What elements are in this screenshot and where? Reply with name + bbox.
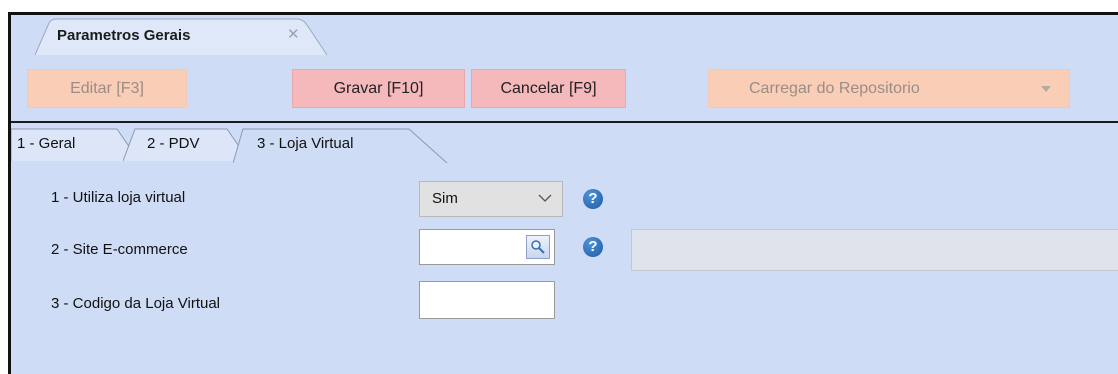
gravar-button[interactable]: Gravar [F10] bbox=[292, 69, 465, 108]
help-icon[interactable]: ? bbox=[583, 237, 603, 257]
site-ecommerce-description-field bbox=[631, 229, 1118, 271]
site-ecommerce-input[interactable] bbox=[419, 229, 555, 265]
lookup-search-glyph bbox=[531, 240, 545, 254]
site-ecommerce-label: 2 - Site E-commerce bbox=[51, 241, 188, 258]
window-tab-parametros-gerais[interactable]: Parametros Gerais ✕ bbox=[35, 17, 328, 56]
tab-pdv[interactable]: 2 - PDV bbox=[122, 127, 251, 162]
carregar-button-label: Carregar do Repositorio bbox=[749, 79, 920, 97]
editar-button[interactable]: Editar [F3] bbox=[27, 69, 187, 108]
utiliza-loja-virtual-select[interactable]: Sim bbox=[419, 181, 563, 217]
window-tab-title: Parametros Gerais bbox=[57, 27, 191, 44]
dropdown-arrow-icon[interactable] bbox=[1041, 86, 1051, 92]
tab-loja-virtual[interactable]: 3 - Loja Virtual bbox=[232, 127, 453, 164]
cancelar-button-label: Cancelar [F9] bbox=[500, 79, 597, 97]
utiliza-loja-virtual-value: Sim bbox=[432, 190, 458, 207]
parametros-window: Parametros Gerais ✕ Editar [F3] Gravar [… bbox=[8, 12, 1118, 374]
help-icon[interactable]: ? bbox=[583, 189, 603, 209]
codigo-loja-virtual-label: 3 - Codigo da Loja Virtual bbox=[51, 295, 220, 312]
toolbar-divider bbox=[11, 121, 1118, 123]
tab-pdv-label: 2 - PDV bbox=[147, 135, 200, 152]
tab-loja-virtual-label: 3 - Loja Virtual bbox=[257, 135, 354, 152]
chevron-down-icon bbox=[538, 194, 552, 202]
utiliza-loja-virtual-label: 1 - Utiliza loja virtual bbox=[51, 189, 186, 206]
cancelar-button[interactable]: Cancelar [F9] bbox=[471, 69, 626, 108]
tab-geral-label: 1 - Geral bbox=[17, 135, 76, 152]
tab-geral[interactable]: 1 - Geral bbox=[10, 127, 141, 162]
lookup-search-icon[interactable] bbox=[526, 235, 550, 259]
editar-button-label: Editar [F3] bbox=[70, 79, 144, 97]
codigo-loja-virtual-input[interactable] bbox=[419, 281, 555, 319]
carregar-repositorio-button[interactable]: Carregar do Repositorio bbox=[708, 69, 1070, 108]
close-icon[interactable]: ✕ bbox=[287, 25, 300, 43]
gravar-button-label: Gravar [F10] bbox=[333, 79, 424, 97]
